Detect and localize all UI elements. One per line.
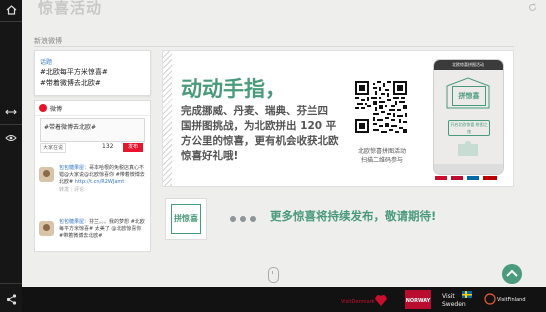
avatar[interactable] [39, 221, 54, 236]
phone-box-label: 拼惊喜 [452, 86, 486, 106]
phone-mockup: 北欧惊喜拼图活动 拼惊喜 开启北欧惊喜 拼图之旅 [433, 59, 504, 175]
banner-line: 方公里的惊喜，更有机会收获北欧 [181, 135, 339, 147]
svg-text:VisitDenmark: VisitDenmark [341, 299, 375, 305]
sidebar-divider [0, 283, 22, 284]
char-count: 132 [102, 143, 114, 150]
brand-norway[interactable]: NORWAY [405, 290, 431, 311]
weibo-compose-text: #带着微博去北欧# [44, 124, 97, 131]
section-divider [34, 46, 514, 47]
svg-text:Sweden: Sweden [442, 301, 466, 308]
share-arrows-icon[interactable] [0, 102, 22, 122]
send-button[interactable]: 发布 [123, 143, 143, 152]
sidebar-divider [0, 124, 22, 125]
phone-topbar: 北欧惊喜拼图活动 [434, 60, 503, 70]
weibo-post: 包包糖果屋：哥本哈根的免税店真心不错@大家说@北欧惊喜你 #带着微博去北欧# h… [39, 165, 147, 215]
home-icon[interactable] [0, 0, 22, 20]
post-body: 包包糖果屋：芬兰。。。我的梦想 #北欧每平方米惊喜# 太美了 @北欧惊喜你 #带… [59, 219, 147, 241]
sidebar-divider [0, 21, 22, 22]
dot [240, 216, 246, 222]
post-body: 包包糖果屋：哥本哈根的免税店真心不错@大家说@北欧惊喜你 #带着微博去北欧# h… [59, 165, 147, 194]
dot [250, 216, 256, 222]
main-banner: 动动手指， 完成挪威、丹麦、瑞典、芬兰四 国拼图挑战，为北欧拼出 120 平 方… [162, 50, 514, 187]
svg-text:Visit: Visit [442, 293, 455, 300]
topic-line[interactable]: #北欧每平方米惊喜# [40, 67, 108, 77]
coming-soon-text: 更多惊喜将持续发布，敬请期待! [270, 209, 437, 223]
thumbnail-label: 拼惊喜 [171, 204, 201, 234]
topic-card-label: 话题 [40, 59, 53, 66]
brand-visit-sweden[interactable]: Visit Sweden [440, 290, 475, 312]
phone-footer [434, 164, 503, 174]
teaser-thumbnail[interactable]: 拼惊喜 [165, 198, 207, 240]
svg-text:VisitFinland: VisitFinland [497, 297, 526, 303]
qr-code-icon [355, 81, 407, 133]
puzzle-piece-icon [458, 141, 478, 156]
weibo-logo-icon [39, 104, 47, 112]
banner-line: 完成挪威、丹麦、瑞典、芬兰四 [181, 105, 328, 117]
sidebar [0, 0, 22, 312]
qr-caption-line1: 北欧惊喜拼图活动 [357, 148, 406, 155]
brand-visit-denmark[interactable]: VisitDenmark [341, 291, 391, 311]
brand-visit-finland[interactable]: VisitFinland [484, 291, 530, 309]
eye-icon[interactable] [0, 128, 22, 148]
qr-caption: 北欧惊喜拼图活动 扫描二维码参与 [348, 147, 416, 165]
banner-headline: 动动手指， [181, 77, 286, 101]
post-link[interactable]: http://t.cn/R2WJamt [75, 179, 124, 185]
phone-start-button[interactable]: 开启北欧惊喜 拼图之旅 [448, 120, 490, 136]
post-user[interactable]: 包包糖果屋： [59, 219, 89, 225]
qr-caption-line2: 扫描二维码参与 [360, 157, 403, 164]
weibo-widget: 微博 #带着微博去北欧# 大家在说 132 发布 包包糖果屋：哥本哈根的免税店真… [34, 100, 151, 252]
back-to-top-icon[interactable] [502, 264, 522, 284]
post-meta[interactable]: 转发｜评论 [59, 187, 84, 193]
share-icon[interactable] [0, 289, 22, 309]
refresh-icon[interactable] [528, 3, 537, 15]
page-title: 惊喜活动 [38, 0, 103, 17]
weibo-header: 微博 [35, 101, 150, 116]
banner-line: 惊喜好礼哦! [181, 150, 239, 162]
banner-line: 国拼图挑战，为北欧拼出 120 平 [181, 120, 337, 132]
topic-line[interactable]: #带着微博去北欧# [40, 78, 101, 88]
weibo-compose-bar: 大家在说 132 发布 [40, 143, 145, 153]
svg-text:NORWAY: NORWAY [406, 298, 431, 304]
share-label[interactable]: 大家在说 [40, 143, 67, 153]
topic-card: 话题 #北欧每平方米惊喜# #带着微博去北欧# [34, 50, 151, 96]
avatar[interactable] [39, 167, 54, 182]
post-user[interactable]: 包包糖果屋： [59, 165, 89, 171]
mouse-scroll-icon [268, 267, 279, 283]
phone-topbar-text: 北欧惊喜拼图活动 [452, 62, 484, 67]
brand-strip-icon [435, 176, 497, 180]
dot [230, 216, 236, 222]
section-label: 新浪微博 [34, 37, 62, 45]
weibo-post: 包包糖果屋：芬兰。。。我的梦想 #北欧每平方米惊喜# 太美了 @北欧惊喜你 #带… [39, 219, 147, 251]
weibo-name: 微博 [50, 106, 63, 113]
decorative-stripe [163, 51, 172, 186]
weibo-compose-input[interactable]: #带着微博去北欧# [40, 118, 145, 142]
